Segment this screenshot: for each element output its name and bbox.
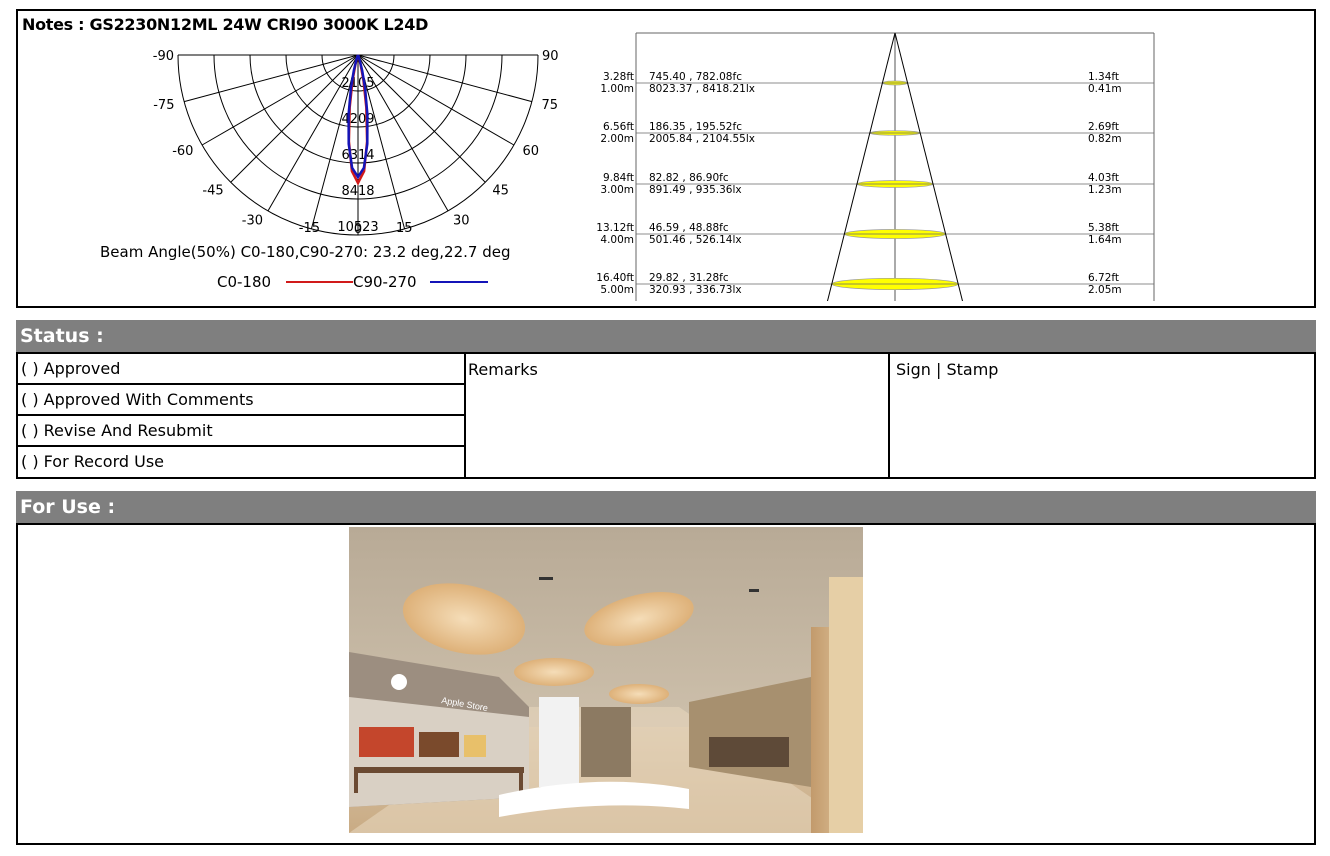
option-revise-and-resubmit[interactable]: ( ) Revise And Resubmit — [18, 416, 464, 447]
notes-panel: Notes : GS2230N12ML 24W CRI90 3000K L24D… — [16, 9, 1316, 308]
polar-radial-line — [357, 54, 486, 183]
diameter-m: 0.41m — [1088, 83, 1122, 95]
remarks-cell[interactable]: Remarks — [464, 354, 890, 477]
diameter-m: 1.64m — [1088, 234, 1122, 246]
distance-m: 3.00m — [600, 184, 634, 196]
illuminance-lx: 320.93 , 336.73lx — [649, 284, 742, 296]
illuminance-lx: 2005.84 , 2104.55lx — [649, 133, 755, 145]
polar-radial-line — [184, 54, 359, 103]
polar-angle-label: -75 — [153, 98, 174, 113]
mall-interior-illustration: Apple Store — [349, 527, 863, 833]
remarks-label: Remarks — [468, 360, 538, 379]
distance-ft: 16.40ft — [596, 272, 634, 284]
polar-angle-label: 30 — [453, 214, 470, 229]
diameter-ft: 5.38ft — [1088, 222, 1119, 234]
illuminance-cone-diagram: 3.28ft1.00m 745.40 , 782.08fc8023.37 , 84… — [596, 32, 1155, 301]
option-approved[interactable]: ( ) Approved — [18, 354, 464, 385]
diameter-ft: 4.03ft — [1088, 172, 1119, 184]
cone-edge-right — [894, 32, 964, 301]
polar-angle-label: -90 — [153, 49, 174, 64]
polar-intensity-label: 2105 — [341, 76, 374, 91]
polar-angle-label: 15 — [396, 221, 413, 236]
illuminance-lx: 501.46 , 526.14lx — [649, 234, 742, 246]
polar-angle-label: 60 — [523, 144, 540, 159]
polar-angle-label: -30 — [242, 214, 263, 229]
illuminance-lx: 891.49 , 935.36lx — [649, 184, 742, 196]
illuminance-fc: 29.82 , 31.28fc — [649, 272, 729, 284]
distance-ft: 3.28ft — [603, 71, 634, 83]
polar-angle-label: -60 — [172, 144, 193, 159]
polar-radial-line — [201, 54, 359, 146]
distance-m: 5.00m — [600, 284, 634, 296]
polar-angle-label: 75 — [542, 98, 559, 113]
for-use-header: For Use : — [16, 491, 1316, 523]
polar-radial-line — [357, 54, 532, 103]
polar-radial-line — [230, 54, 359, 183]
diameter-m: 2.05m — [1088, 284, 1122, 296]
status-table: ( ) Approved ( ) Approved With Comments … — [16, 352, 1316, 479]
polar-angle-label: 45 — [492, 183, 509, 198]
polar-diagram: -90-75-60-45-30 -15 0 15 3045607590210542096… — [100, 49, 559, 291]
illuminance-fc: 82.82 , 86.90fc — [649, 172, 729, 184]
polar-intensity-label: 8418 — [341, 184, 374, 199]
polar-intensity-label: 4209 — [341, 112, 374, 127]
application-photo: Apple Store — [349, 527, 863, 833]
distance-m: 1.00m — [600, 83, 634, 95]
illuminance-fc: 186.35 , 195.52fc — [649, 121, 742, 133]
status-header: Status : — [16, 320, 1316, 352]
distance-ft: 9.84ft — [603, 172, 634, 184]
option-for-record-use[interactable]: ( ) For Record Use — [18, 447, 464, 478]
distance-m: 2.00m — [600, 133, 634, 145]
sign-stamp-cell[interactable]: Sign | Stamp — [892, 354, 1314, 477]
status-options: ( ) Approved ( ) Approved With Comments … — [18, 354, 466, 477]
diameter-ft: 6.72ft — [1088, 272, 1119, 284]
diameter-m: 1.23m — [1088, 184, 1122, 196]
diameter-ft: 1.34ft — [1088, 71, 1119, 83]
for-use-panel: Apple Store — [16, 523, 1316, 845]
distance-ft: 6.56ft — [603, 121, 634, 133]
illuminance-fc: 46.59 , 48.88fc — [649, 222, 729, 234]
polar-intensity-label: 10523 — [337, 220, 378, 235]
option-approved-with-comments[interactable]: ( ) Approved With Comments — [18, 385, 464, 416]
diameter-ft: 2.69ft — [1088, 121, 1119, 133]
polar-angle-label: -45 — [202, 183, 223, 198]
polar-intensity-label: 6314 — [341, 148, 374, 163]
legend-c90-label: C90-270 — [353, 273, 417, 291]
legend-c0-label: C0-180 — [217, 273, 271, 291]
polar-angle-label: 90 — [542, 49, 559, 64]
distance-ft: 13.12ft — [596, 222, 634, 234]
cone-edge-left — [826, 32, 896, 301]
illuminance-lx: 8023.37 , 8418.21lx — [649, 83, 755, 95]
sign-stamp-label: Sign | Stamp — [896, 360, 999, 379]
diameter-m: 0.82m — [1088, 133, 1122, 145]
beam-angle-text: Beam Angle(50%) C0-180,C90-270: 23.2 deg… — [100, 243, 511, 261]
polar-radial-line — [357, 54, 515, 146]
distance-m: 4.00m — [600, 234, 634, 246]
illuminance-fc: 745.40 , 782.08fc — [649, 71, 742, 83]
polar-angle-label: -15 — [299, 221, 320, 236]
